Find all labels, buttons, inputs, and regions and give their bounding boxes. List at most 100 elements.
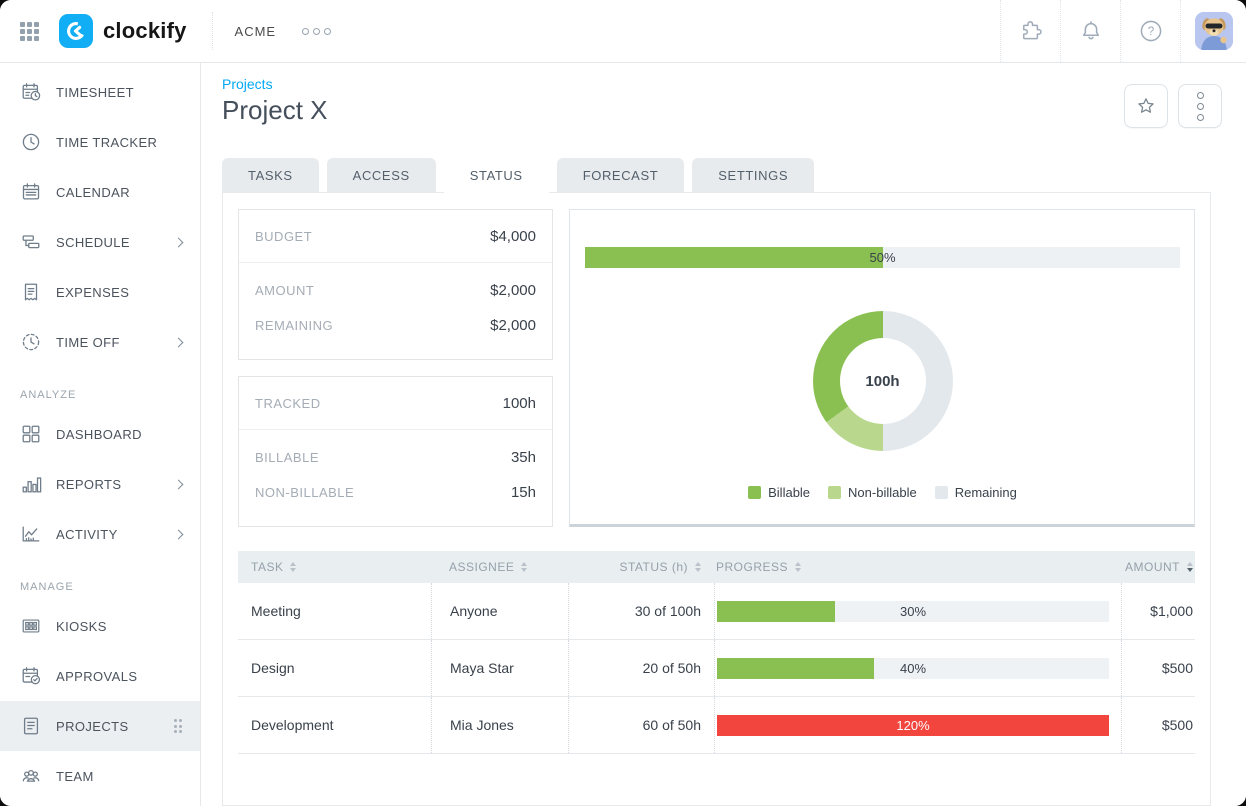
sidebar-item-label: DASHBOARD: [56, 427, 142, 442]
sidebar-item-label: REPORTS: [56, 477, 121, 492]
column-header-status[interactable]: STATUS (h): [568, 560, 714, 574]
topbar-right: ?: [1000, 0, 1246, 62]
progress-cell: 120%: [714, 697, 1121, 753]
projects-icon: [20, 715, 42, 737]
status-cell: 20 of 50h: [568, 640, 714, 696]
sort-icon: [290, 562, 296, 572]
sort-icon: [795, 562, 801, 572]
progress-bar: 30%: [717, 601, 1109, 622]
chart-card: 50% 100h Billable Non-b: [569, 209, 1195, 527]
sidebar-item-time-off[interactable]: TIME OFF: [0, 317, 200, 367]
assignee-cell: Anyone: [431, 583, 568, 639]
stat-row: REMAINING $2,000: [255, 308, 536, 343]
stat-row: BILLABLE 35h: [255, 440, 536, 475]
table-row[interactable]: Design Maya Star 20 of 50h 40% $500: [238, 640, 1195, 697]
receipt-icon: [20, 281, 42, 303]
table-header: TASK ASSIGNEE STATUS (h) PROGRESS: [238, 551, 1195, 583]
notifications-button[interactable]: [1060, 0, 1120, 62]
apps-grid-icon[interactable]: [20, 22, 39, 41]
sort-icon: [1187, 562, 1193, 572]
sidebar-item-kiosks[interactable]: KIOSKS: [0, 601, 200, 651]
status-cell: 60 of 50h: [568, 697, 714, 753]
breadcrumb[interactable]: Projects: [222, 76, 328, 92]
favorite-button[interactable]: [1124, 84, 1168, 128]
kebab-icon: [1197, 92, 1204, 121]
puzzle-icon: [1018, 18, 1044, 44]
sort-icon: [695, 562, 701, 572]
workspace-options-button[interactable]: [298, 24, 335, 39]
sidebar-section-analyze: ANALYZE: [0, 367, 200, 409]
progress-bar: 120%: [717, 715, 1109, 736]
top-bar: clockify ACME ?: [0, 0, 1246, 63]
sidebar-item-timesheet[interactable]: TIMESHEET: [0, 67, 200, 117]
reports-icon: [20, 473, 42, 495]
tab-access[interactable]: ACCESS: [327, 158, 436, 192]
app-window: clockify ACME ?: [0, 0, 1246, 806]
tab-status[interactable]: STATUS: [444, 158, 549, 193]
sidebar-item-label: PROJECTS: [56, 719, 129, 734]
legend-item-remaining: Remaining: [935, 485, 1017, 500]
clockify-logo[interactable]: clockify: [59, 14, 187, 48]
help-button[interactable]: ?: [1120, 0, 1180, 62]
help-icon: ?: [1137, 17, 1165, 45]
sidebar-item-projects[interactable]: PROJECTS: [0, 701, 200, 751]
user-menu[interactable]: [1180, 0, 1246, 62]
progress-bar: 40%: [717, 658, 1109, 679]
sidebar-item-team[interactable]: TEAM: [0, 751, 200, 801]
column-header-task[interactable]: TASK: [238, 560, 431, 574]
sidebar-item-schedule[interactable]: SCHEDULE: [0, 217, 200, 267]
amount-label: AMOUNT: [255, 283, 314, 298]
sidebar-item-dashboard[interactable]: DASHBOARD: [0, 409, 200, 459]
tab-forecast[interactable]: FORECAST: [557, 158, 685, 192]
progress-label: 40%: [717, 658, 1109, 679]
non-billable-label: NON-BILLABLE: [255, 485, 354, 500]
donut-center-label: 100h: [840, 338, 926, 424]
chevron-right-icon: [174, 337, 184, 347]
tracked-value: 100h: [503, 395, 536, 412]
extensions-button[interactable]: [1000, 0, 1060, 62]
sidebar-item-label: APPROVALS: [56, 669, 137, 684]
column-header-assignee[interactable]: ASSIGNEE: [431, 560, 568, 574]
page-header: Projects Project X: [201, 63, 1246, 128]
legend-label: Remaining: [955, 485, 1017, 500]
table-row[interactable]: Development Mia Jones 60 of 50h 120% $50…: [238, 697, 1195, 754]
sidebar-section-manage: MANAGE: [0, 559, 200, 601]
budget-progress-label: 50%: [585, 247, 1180, 268]
chart-legend: Billable Non-billable Remaining: [748, 485, 1017, 500]
sidebar-item-reports[interactable]: REPORTS: [0, 459, 200, 509]
clockify-logo-text: clockify: [103, 18, 187, 44]
sidebar: TIMESHEET TIME TRACKER CALENDAR: [0, 63, 201, 806]
project-tabs: TASKS ACCESS STATUS FORECAST SETTINGS: [201, 128, 1246, 192]
clockify-logo-icon: [59, 14, 93, 48]
status-cell: 30 of 100h: [568, 583, 714, 639]
table-row[interactable]: Meeting Anyone 30 of 100h 30% $1,000: [238, 583, 1195, 640]
sidebar-item-expenses[interactable]: EXPENSES: [0, 267, 200, 317]
time-off-icon: [20, 331, 42, 353]
chevron-right-icon: [174, 529, 184, 539]
assignee-cell: Maya Star: [431, 640, 568, 696]
header-actions: [1124, 76, 1222, 128]
column-header-progress[interactable]: PROGRESS: [714, 560, 1121, 574]
sidebar-item-time-tracker[interactable]: TIME TRACKER: [0, 117, 200, 167]
team-icon: [20, 765, 42, 787]
drag-handle-icon[interactable]: [174, 719, 183, 733]
sidebar-item-calendar[interactable]: CALENDAR: [0, 167, 200, 217]
workspace-name[interactable]: ACME: [235, 24, 277, 39]
avatar: [1195, 12, 1233, 50]
timesheet-icon: [20, 81, 42, 103]
chevron-right-icon: [174, 479, 184, 489]
tab-tasks[interactable]: TASKS: [222, 158, 319, 192]
sidebar-item-activity[interactable]: ACTIVITY: [0, 509, 200, 559]
progress-cell: 40%: [714, 640, 1121, 696]
legend-swatch: [748, 486, 761, 499]
clock-icon: [20, 131, 42, 153]
main-content: Projects Project X TASKS ACCESS: [201, 63, 1246, 806]
star-icon: [1135, 95, 1157, 117]
column-header-amount[interactable]: AMOUNT: [1121, 560, 1195, 574]
dashboard-icon: [20, 423, 42, 445]
sidebar-item-approvals[interactable]: APPROVALS: [0, 651, 200, 701]
more-options-button[interactable]: [1178, 84, 1222, 128]
calendar-icon: [20, 181, 42, 203]
budget-value: $4,000: [490, 228, 536, 245]
tab-settings[interactable]: SETTINGS: [692, 158, 814, 192]
